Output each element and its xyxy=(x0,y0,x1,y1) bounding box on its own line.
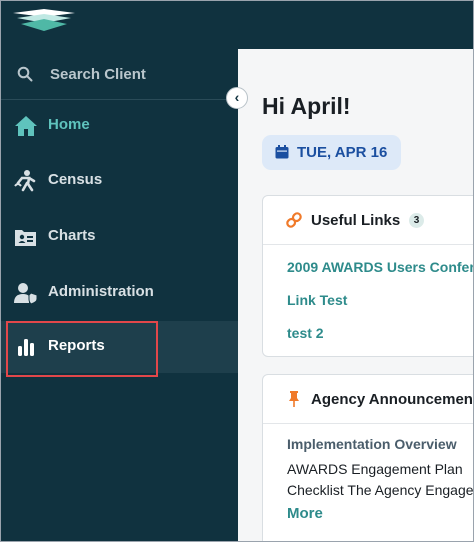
administration-icon xyxy=(14,283,38,305)
layers-logo[interactable] xyxy=(11,9,77,35)
card-title: Agency Announcements xyxy=(311,391,474,408)
home-icon xyxy=(15,116,37,136)
agency-announcements-card: Agency Announcements Implementation Over… xyxy=(262,374,474,541)
sidebar-item-label: Census xyxy=(48,171,103,188)
page-title: Hi April! xyxy=(262,93,351,119)
search-client-label: Search Client xyxy=(50,66,146,83)
card-title: Useful Links xyxy=(311,212,401,229)
sidebar-item-label: Charts xyxy=(48,227,96,244)
chevron-left-icon: ‹ xyxy=(234,89,240,105)
link-icon xyxy=(286,212,302,228)
sidebar-item-home[interactable]: Home xyxy=(1,100,238,152)
date-chip: TUE, APR 16 xyxy=(262,135,401,170)
sidebar-item-census[interactable]: Census xyxy=(1,155,238,207)
collapse-sidebar-button[interactable]: ‹ xyxy=(226,87,248,109)
charts-icon xyxy=(15,230,36,246)
announcement-body-line: Checklist The Agency Engagement xyxy=(287,482,474,498)
app-window: Search Client Home Census Charts Adminis… xyxy=(0,0,474,542)
sidebar-item-label: Home xyxy=(48,116,90,133)
calendar-icon xyxy=(275,145,289,159)
useful-link[interactable]: 2009 AWARDS Users Conference xyxy=(287,259,473,275)
announcement-body-line: AWARDS Engagement Plan xyxy=(287,461,463,477)
sidebar-item-label: Administration xyxy=(48,283,154,300)
announcement-body: AWARDS Engagement Plan Checklist The Age… xyxy=(287,459,474,501)
announcement-title[interactable]: Implementation Overview xyxy=(287,436,457,452)
count-badge: 3 xyxy=(409,213,424,228)
main-content: Hi April! TUE, APR 16 Useful Links 3 200… xyxy=(238,49,474,541)
useful-links-card: Useful Links 3 2009 AWARDS Users Confere… xyxy=(262,195,473,357)
card-header: Agency Announcements xyxy=(263,375,474,424)
reports-highlight-box xyxy=(6,321,158,377)
sidebar-item-charts[interactable]: Charts xyxy=(1,211,238,263)
useful-link[interactable]: Link Test xyxy=(287,292,347,308)
census-icon xyxy=(14,170,36,192)
top-bar xyxy=(1,1,473,49)
pin-icon xyxy=(289,391,299,407)
sidebar: Search Client Home Census Charts Adminis… xyxy=(1,49,238,541)
search-icon xyxy=(17,66,33,82)
sidebar-item-administration[interactable]: Administration xyxy=(1,267,238,319)
more-link[interactable]: More xyxy=(287,505,323,522)
useful-link[interactable]: test 2 xyxy=(287,325,324,341)
card-header: Useful Links 3 xyxy=(263,196,473,245)
search-client[interactable]: Search Client xyxy=(1,49,238,100)
date-label: TUE, APR 16 xyxy=(297,144,388,161)
